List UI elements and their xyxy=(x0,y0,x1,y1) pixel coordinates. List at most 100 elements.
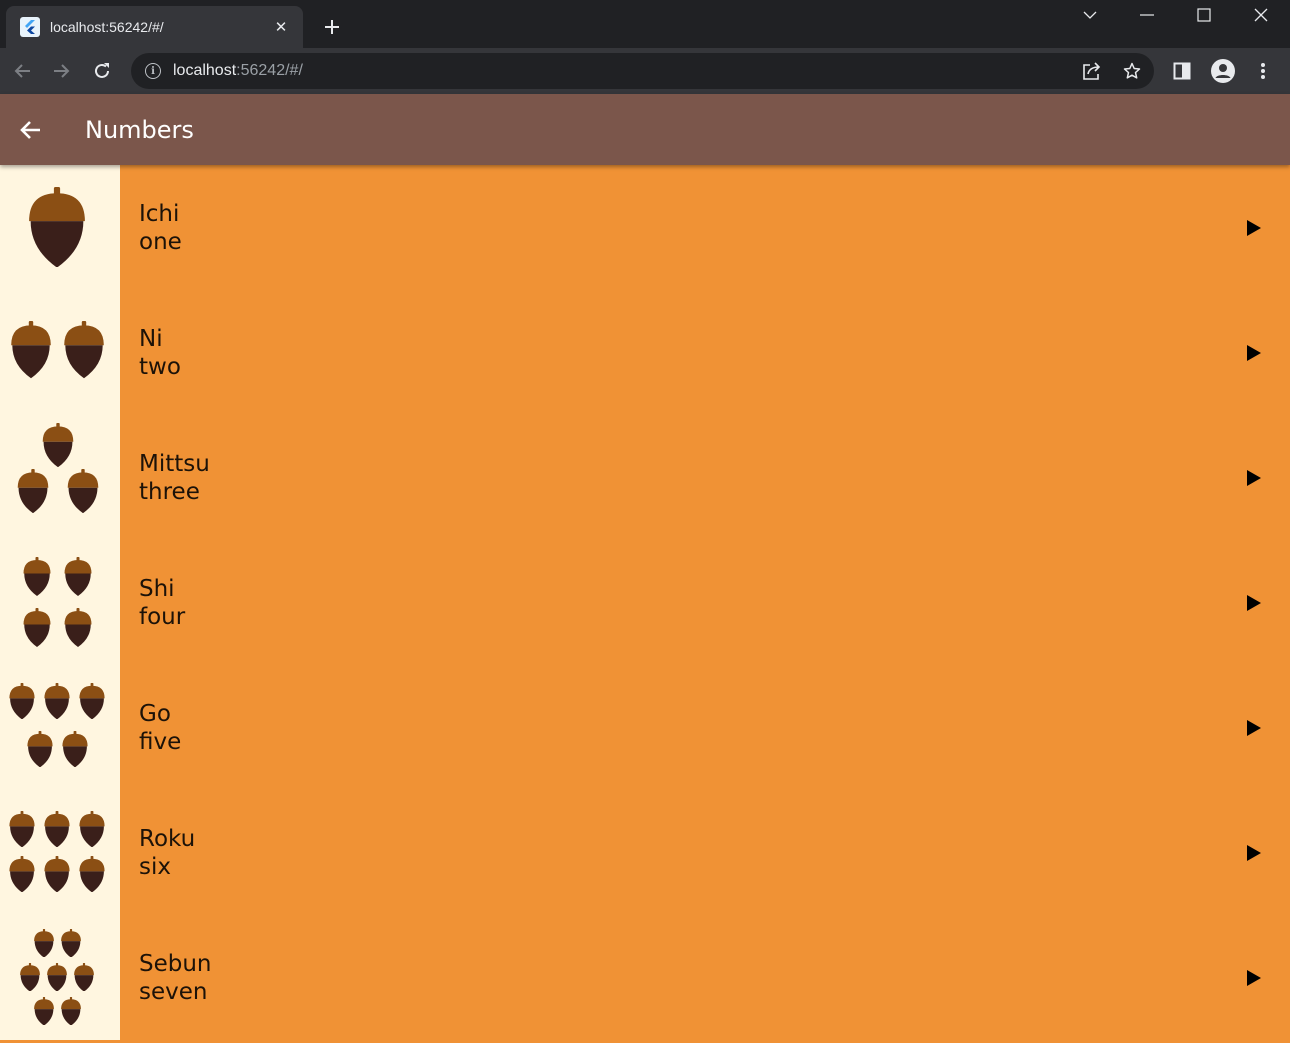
acorn-icon xyxy=(43,810,71,852)
word-text: Ni two xyxy=(139,325,181,381)
play-arrow-icon[interactable] xyxy=(1245,843,1263,863)
arrow-right-icon xyxy=(54,64,70,78)
page-title: Numbers xyxy=(85,116,194,144)
japanese-word: Sebun xyxy=(139,951,212,977)
acorn-icon xyxy=(22,607,52,652)
kebab-menu-icon xyxy=(1261,63,1265,79)
play-arrow-icon[interactable] xyxy=(1245,593,1263,613)
acorn-icon xyxy=(41,422,75,472)
list-item[interactable]: Ni two xyxy=(0,290,1290,415)
acorn-icon xyxy=(78,855,106,897)
list-item[interactable]: Roku six xyxy=(0,790,1290,915)
play-arrow-icon[interactable] xyxy=(1245,218,1263,238)
maximize-button[interactable] xyxy=(1176,0,1232,30)
word-text: Go five xyxy=(139,700,181,756)
english-word: seven xyxy=(139,979,208,1005)
play-arrow-icon[interactable] xyxy=(1245,718,1263,738)
acorn-icon xyxy=(33,928,55,963)
url-text[interactable]: localhost:56242/#/ xyxy=(173,62,303,80)
url-host: localhost xyxy=(173,62,237,79)
list-item[interactable]: Shi four xyxy=(0,540,1290,665)
word-text: Roku six xyxy=(139,825,195,881)
play-arrow-icon[interactable] xyxy=(1245,343,1263,363)
list-item[interactable]: Go five xyxy=(0,665,1290,790)
acorn-icon xyxy=(63,607,93,652)
acorn-icon xyxy=(66,468,100,518)
back-nav-button[interactable] xyxy=(7,56,37,86)
acorn-image xyxy=(0,290,120,415)
acorn-image xyxy=(0,165,120,290)
app-bar: Numbers xyxy=(0,94,1290,165)
acorn-icon xyxy=(26,186,88,273)
japanese-word: Ichi xyxy=(139,201,180,227)
chevron-down-icon xyxy=(1083,11,1097,19)
list-item[interactable]: Mittsu three xyxy=(0,415,1290,540)
acorn-icon xyxy=(46,962,68,997)
japanese-word: Roku xyxy=(139,826,196,852)
numbers-list: Ichi one Ni two Mittsu three Shi four Go… xyxy=(0,165,1290,1043)
acorn-icon xyxy=(8,810,36,852)
acorn-icon xyxy=(43,855,71,897)
share-button[interactable] xyxy=(1077,56,1107,86)
close-window-button[interactable] xyxy=(1233,0,1289,30)
play-arrow-icon[interactable] xyxy=(1245,468,1263,488)
minimize-button[interactable] xyxy=(1119,0,1175,30)
acorn-icon xyxy=(43,682,71,724)
acorn-icon xyxy=(61,730,89,772)
acorn-icon xyxy=(60,928,82,963)
site-info-icon[interactable]: i xyxy=(145,63,161,79)
browser-tabstrip: localhost:56242/#/ ✕ xyxy=(0,0,1290,48)
word-text: Shi four xyxy=(139,575,185,631)
acorn-icon xyxy=(62,321,106,383)
acorn-icon xyxy=(63,556,93,601)
star-icon xyxy=(1123,62,1141,79)
url-path: :56242/#/ xyxy=(236,62,303,79)
browser-tab[interactable]: localhost:56242/#/ ✕ xyxy=(6,6,303,48)
profile-button[interactable] xyxy=(1208,56,1238,86)
side-panel-button[interactable] xyxy=(1167,56,1197,86)
minimize-icon xyxy=(1140,14,1154,16)
plus-icon xyxy=(325,20,339,34)
japanese-word: Ni xyxy=(139,326,163,352)
english-word: two xyxy=(139,354,181,380)
reload-icon xyxy=(95,63,109,78)
back-button[interactable] xyxy=(14,114,46,146)
word-text: Sebun seven xyxy=(139,950,212,1006)
side-panel-icon xyxy=(1173,62,1191,80)
acorn-image xyxy=(0,915,120,1040)
share-icon xyxy=(1083,62,1101,80)
play-arrow-icon[interactable] xyxy=(1245,968,1263,988)
acorn-icon xyxy=(9,321,53,383)
tab-close-icon[interactable]: ✕ xyxy=(271,17,291,37)
acorn-icon xyxy=(19,962,41,997)
list-item[interactable]: Ichi one xyxy=(0,165,1290,290)
address-bar[interactable]: i localhost:56242/#/ xyxy=(131,53,1154,89)
english-word: one xyxy=(139,229,182,255)
new-tab-button[interactable] xyxy=(318,13,346,41)
acorn-icon xyxy=(78,682,106,724)
acorn-image xyxy=(0,790,120,915)
list-item[interactable]: Sebun seven xyxy=(0,915,1290,1040)
bookmark-button[interactable] xyxy=(1117,56,1147,86)
acorn-image xyxy=(0,540,120,665)
tab-search-button[interactable] xyxy=(1062,0,1118,30)
acorn-icon xyxy=(33,996,55,1031)
acorn-icon xyxy=(16,468,50,518)
acorn-icon xyxy=(22,556,52,601)
acorn-icon xyxy=(8,682,36,724)
forward-nav-button[interactable] xyxy=(47,56,77,86)
acorn-icon xyxy=(26,730,54,772)
japanese-word: Mittsu xyxy=(139,451,210,477)
english-word: three xyxy=(139,479,200,505)
japanese-word: Shi xyxy=(139,576,175,602)
acorn-icon xyxy=(8,855,36,897)
profile-avatar-icon xyxy=(1211,59,1235,83)
reload-button[interactable] xyxy=(87,56,117,86)
acorn-icon xyxy=(78,810,106,852)
japanese-word: Go xyxy=(139,701,171,727)
acorn-icon xyxy=(73,962,95,997)
word-text: Ichi one xyxy=(139,200,182,256)
tab-title: localhost:56242/#/ xyxy=(50,19,164,35)
word-text: Mittsu three xyxy=(139,450,210,506)
browser-menu-button[interactable] xyxy=(1248,56,1278,86)
